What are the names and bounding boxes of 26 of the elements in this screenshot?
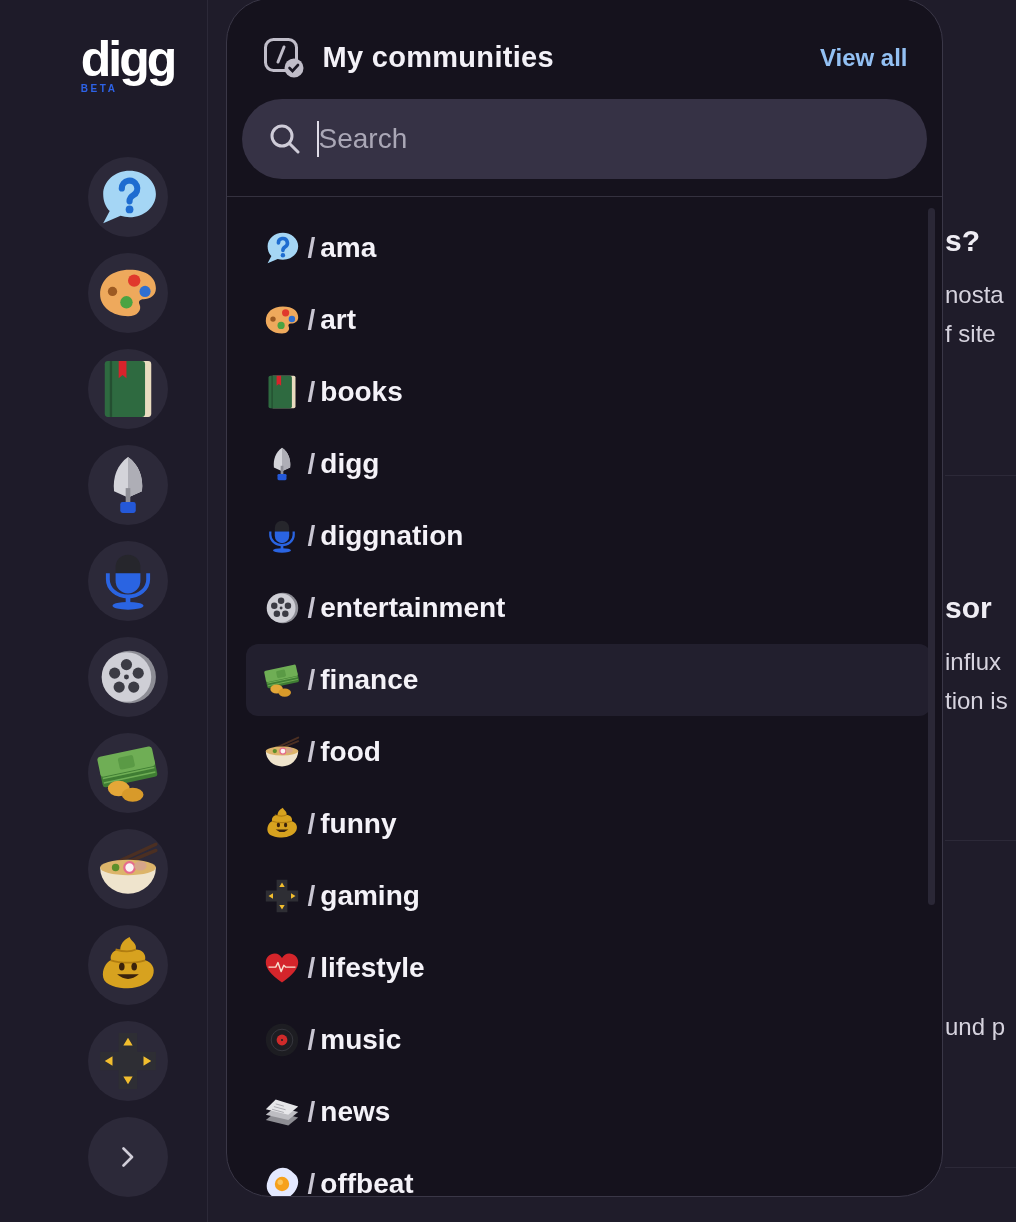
view-all-link[interactable]: View all (819, 43, 908, 72)
money-stack-icon (263, 662, 300, 698)
story-excerpt: tion is (945, 686, 1009, 716)
community-item[interactable]: / offbeat (245, 1148, 931, 1196)
chevron-right-icon (121, 1147, 134, 1167)
text-cursor (316, 121, 319, 157)
story-excerpt: und p (945, 1012, 1007, 1042)
community-check-icon (263, 37, 304, 78)
beta-label: BETA (80, 84, 118, 93)
story-title[interactable]: s? (945, 223, 1016, 259)
story-excerpt: f site (945, 319, 997, 349)
story-excerpt: nosta (945, 280, 1005, 310)
search-icon (269, 124, 300, 154)
vinyl-record-icon (263, 1022, 300, 1058)
community-item[interactable]: / news (245, 1076, 931, 1148)
story-title[interactable]: sor (945, 590, 1016, 626)
community-item[interactable]: / diggnation (245, 500, 931, 572)
panel-title: My communities (322, 41, 554, 74)
search-field[interactable]: Search (241, 99, 927, 179)
dpad-icon (263, 878, 300, 914)
story-excerpt: influx (945, 647, 1003, 677)
community-item[interactable]: / gaming (245, 860, 931, 932)
community-item[interactable]: / lifestyle (245, 932, 931, 1004)
scrollbar[interactable] (927, 207, 935, 905)
community-item[interactable]: / music (245, 1004, 931, 1076)
community-item[interactable]: / finance (245, 644, 931, 716)
